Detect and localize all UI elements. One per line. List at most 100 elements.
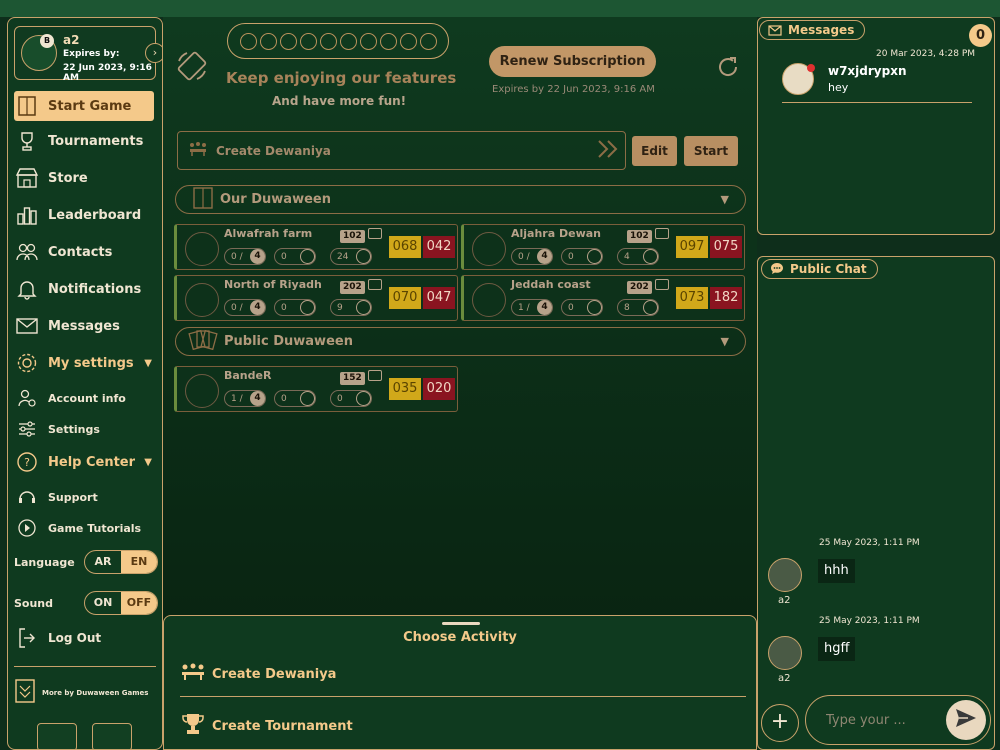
message-preview: hey xyxy=(828,81,849,94)
svg-text:?: ? xyxy=(24,456,30,469)
chat-icon[interactable] xyxy=(368,370,382,381)
duwaniya-name: Aljahra Dewan xyxy=(511,227,601,240)
headset-icon xyxy=(14,484,40,510)
chat-message-date: 25 May 2023, 1:11 PM xyxy=(819,538,920,548)
sidebar-item-label: Help Center xyxy=(48,454,136,470)
chevron-right-icon[interactable]: › xyxy=(145,43,162,63)
duwaniya-card[interactable]: Alwafrah farm 102 0 / 4 0 24 068 042 xyxy=(174,224,458,270)
activity-label: Create Dewaniya xyxy=(212,666,337,682)
chat-icon[interactable] xyxy=(368,228,382,239)
sound-toggle[interactable]: ON OFF xyxy=(84,591,158,615)
score-red: 020 xyxy=(423,378,455,400)
language-toggle[interactable]: AR EN xyxy=(84,550,158,574)
sidebar-item-notifications[interactable]: Notifications xyxy=(14,274,154,304)
sidebar-item-my-settings[interactable]: My settings ▼ xyxy=(14,348,154,378)
public-chat-tab[interactable]: Public Chat xyxy=(761,259,878,279)
chat-avatar[interactable] xyxy=(768,558,802,592)
viewers-value: 9 xyxy=(337,302,343,313)
score-red: 182 xyxy=(710,287,742,309)
log-out-button[interactable]: Log Out xyxy=(14,623,154,653)
our-duwaween-header[interactable]: Our Duwaween ▼ xyxy=(175,185,746,214)
public-chat-title: Public Chat xyxy=(790,262,867,276)
sliders-icon xyxy=(14,416,40,442)
eye-icon xyxy=(356,391,371,406)
sidebar-item-leaderboard[interactable]: Leaderboard xyxy=(14,200,154,230)
refresh-icon[interactable] xyxy=(716,55,740,83)
sidebar-item-messages[interactable]: Messages xyxy=(14,311,154,341)
chat-icon[interactable] xyxy=(655,279,669,290)
hosts-value: 0 xyxy=(568,302,574,313)
score-red: 075 xyxy=(710,236,742,258)
profile-card[interactable]: B a2 Expires by: 22 Jun 2023, 9:16 AM › xyxy=(14,26,162,83)
start-button[interactable]: Start xyxy=(684,136,738,166)
hosts-count: 0 xyxy=(274,299,316,316)
game-thumbnail[interactable] xyxy=(37,723,77,749)
sidebar-item-game-tutorials[interactable]: Game Tutorials xyxy=(14,513,154,543)
sound-off-option[interactable]: OFF xyxy=(121,592,157,614)
players-count: 1 / 4 xyxy=(224,390,266,407)
sidebar-item-contacts[interactable]: Contacts xyxy=(14,237,154,267)
sidebar-item-tournaments[interactable]: Tournaments xyxy=(14,126,154,156)
chat-message-bubble: hgff xyxy=(818,637,856,661)
logout-icon xyxy=(14,625,40,651)
leaderboard-icon xyxy=(14,202,40,228)
chevron-down-icon: ▼ xyxy=(144,456,152,468)
sidebar-item-account-info[interactable]: Account info xyxy=(14,383,154,413)
score-yellow: 097 xyxy=(676,236,708,258)
duwaniya-card[interactable]: Aljahra Dewan 102 0 / 4 0 4 097 075 xyxy=(461,224,745,270)
more-games-link[interactable]: More by Duwaween Games xyxy=(14,678,148,708)
chat-avatar[interactable] xyxy=(768,636,802,670)
profile-name: a2 xyxy=(63,33,80,47)
account-icon xyxy=(14,385,40,411)
send-button[interactable] xyxy=(946,700,986,740)
sound-on-option[interactable]: ON xyxy=(85,592,121,614)
sidebar: B a2 Expires by: 22 Jun 2023, 9:16 AM › … xyxy=(7,17,163,750)
eye-icon xyxy=(643,300,658,315)
chevron-down-icon: ▼ xyxy=(720,335,729,348)
public-duwaween-header[interactable]: Public Duwaween ▼ xyxy=(175,327,746,356)
eye-icon xyxy=(356,300,371,315)
create-dewaniya-activity[interactable]: Create Dewaniya xyxy=(180,660,336,688)
sender-avatar[interactable] xyxy=(782,63,815,95)
add-attachment-button[interactable]: + xyxy=(761,704,799,742)
sidebar-item-start-game[interactable]: Start Game xyxy=(14,91,154,121)
message-sender[interactable]: w7xjdrypxn xyxy=(828,64,907,78)
game-thumbnail[interactable] xyxy=(92,723,132,749)
group-icon xyxy=(180,662,206,686)
language-en-option[interactable]: EN xyxy=(121,551,157,573)
create-dewaniya-row[interactable]: Create Dewaniya xyxy=(177,131,626,170)
profile-expires-date: 22 Jun 2023, 9:16 AM xyxy=(63,63,152,83)
double-chevron-right-icon xyxy=(597,139,619,163)
duwaniya-id: 102 xyxy=(340,230,365,243)
duwaniya-card[interactable]: BandeR 152 1 / 4 0 0 035 020 xyxy=(174,366,458,412)
players-value: 1 / xyxy=(518,302,530,313)
contacts-icon xyxy=(14,239,40,265)
sidebar-item-settings[interactable]: Settings xyxy=(14,414,154,444)
hosts-count: 0 xyxy=(274,248,316,265)
promo-headline: Keep enjoying our features xyxy=(226,69,457,87)
messages-tab[interactable]: Messages xyxy=(759,20,866,40)
chat-icon[interactable] xyxy=(655,228,669,239)
sidebar-item-help-center[interactable]: ? Help Center ▼ xyxy=(14,447,154,477)
language-label: Language xyxy=(14,555,75,569)
create-tournament-activity[interactable]: Create Tournament xyxy=(180,712,353,740)
sidebar-item-support[interactable]: Support xyxy=(14,482,154,512)
chat-icon[interactable] xyxy=(368,279,382,290)
renew-subscription-button[interactable]: Renew Subscription xyxy=(489,46,656,77)
max-players: 4 xyxy=(250,391,265,406)
message-date: 20 Mar 2023, 4:28 PM xyxy=(876,49,976,59)
drag-handle[interactable] xyxy=(442,622,480,625)
section-title: Public Duwaween xyxy=(224,334,353,349)
viewers-count: 24 xyxy=(330,248,372,265)
duwaniya-card[interactable]: Jeddah coast 202 1 / 4 0 8 073 182 xyxy=(461,275,745,321)
language-ar-option[interactable]: AR xyxy=(85,551,121,573)
duwaniya-card[interactable]: North of Riyadh 202 0 / 4 0 9 070 047 xyxy=(174,275,458,321)
hosts-icon xyxy=(587,249,602,264)
score-yellow: 068 xyxy=(389,236,421,258)
sidebar-item-label: Store xyxy=(48,170,88,186)
sheet-title: Choose Activity xyxy=(403,630,517,645)
sidebar-item-store[interactable]: Store xyxy=(14,163,154,193)
viewers-count: 0 xyxy=(330,390,372,407)
duwaniya-id: 202 xyxy=(340,281,365,294)
edit-button[interactable]: Edit xyxy=(632,136,677,166)
